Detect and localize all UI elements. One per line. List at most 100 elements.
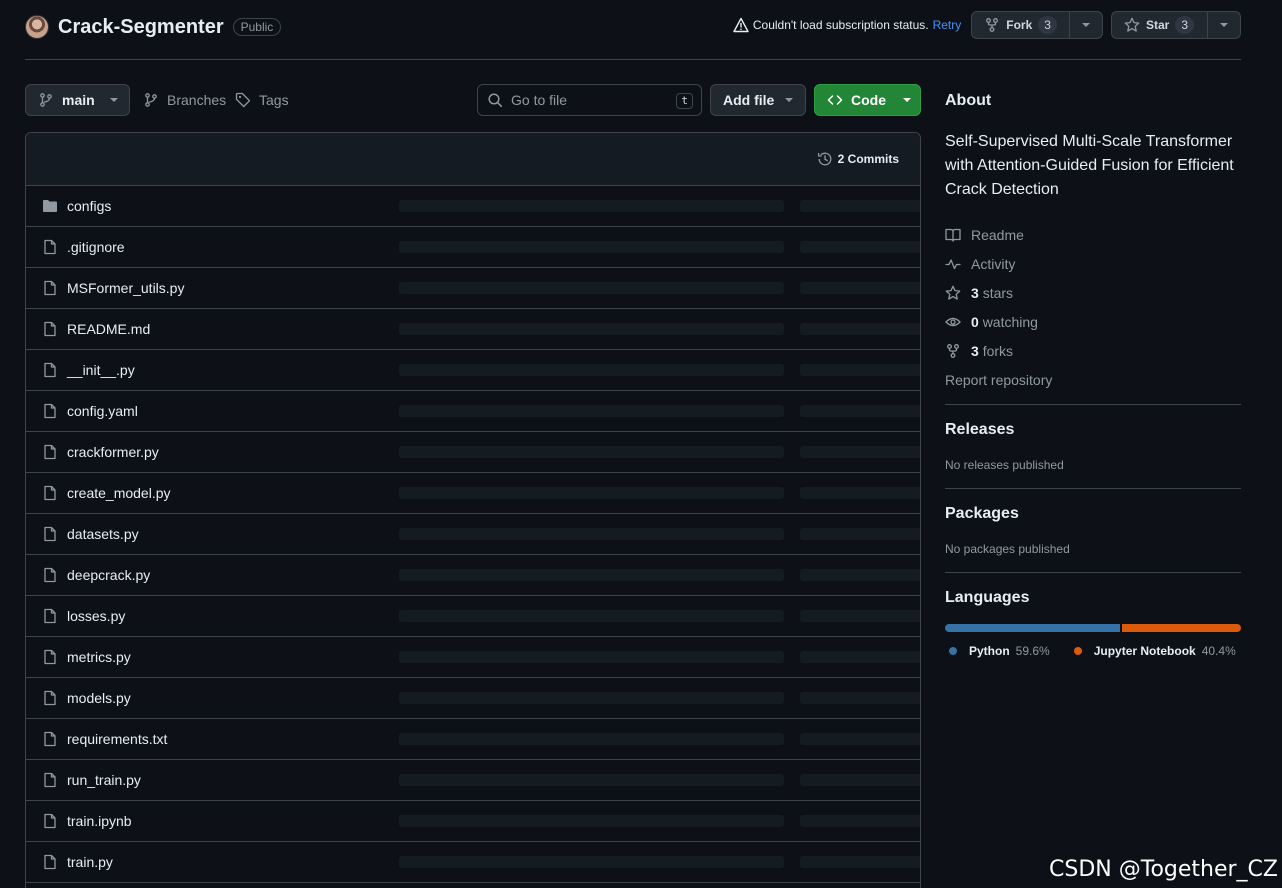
repo-description: Self-Supervised Multi-Scale Transformer … xyxy=(945,133,1234,198)
fork-button-group: Fork 3 xyxy=(971,11,1103,39)
branches-link[interactable]: Branches xyxy=(143,84,226,116)
readme-label: Readme xyxy=(971,226,1024,243)
file-name-link[interactable]: crackformer.py xyxy=(67,444,159,460)
file-icon xyxy=(42,362,58,378)
language-item[interactable]: Python 59.6% xyxy=(949,644,1050,658)
language-bar-segment xyxy=(1122,624,1241,632)
file-list-header: 2 Commits xyxy=(26,133,920,186)
branch-selector[interactable]: main xyxy=(25,84,130,116)
triangle-down-icon xyxy=(1219,22,1229,28)
commit-message-placeholder xyxy=(399,487,784,499)
packages-heading[interactable]: Packages xyxy=(945,505,1241,523)
file-name-link[interactable]: config.yaml xyxy=(67,403,138,419)
add-file-button[interactable]: Add file xyxy=(710,84,806,116)
language-bar xyxy=(945,624,1241,632)
report-repository-link[interactable]: Report repository xyxy=(945,365,1241,394)
languages-heading: Languages xyxy=(945,589,1030,606)
file-name-link[interactable]: metrics.py xyxy=(67,649,131,665)
book-icon xyxy=(945,227,961,243)
file-name-link[interactable]: configs xyxy=(67,198,111,214)
file-name-link[interactable]: __init__.py xyxy=(67,362,135,378)
file-name-link[interactable]: models.py xyxy=(67,690,131,706)
owner-avatar[interactable] xyxy=(25,15,49,39)
file-row: models.py xyxy=(26,678,920,719)
file-name-link[interactable]: train.py xyxy=(67,854,113,870)
go-to-file-input[interactable]: Go to file t xyxy=(477,84,702,116)
star-count: 3 xyxy=(1175,16,1194,34)
file-icon xyxy=(42,649,58,665)
file-row: configs xyxy=(26,186,920,227)
commit-message-placeholder xyxy=(399,815,784,827)
forks-count: 3 xyxy=(971,342,979,359)
watching-link[interactable]: 0 watching xyxy=(945,307,1241,336)
triangle-down-icon xyxy=(902,97,912,103)
commits-link[interactable]: 2 Commits xyxy=(817,151,899,167)
repo-name[interactable]: Crack-Segmenter xyxy=(58,16,224,39)
stars-link[interactable]: 3 stars xyxy=(945,278,1241,307)
file-icon xyxy=(42,239,58,255)
tags-link[interactable]: Tags xyxy=(235,84,289,116)
file-name-link[interactable]: MSFormer_utils.py xyxy=(67,280,184,296)
language-percent: 59.6% xyxy=(1015,644,1050,658)
star-dropdown-button[interactable] xyxy=(1208,12,1240,38)
language-percent: 40.4% xyxy=(1201,644,1236,658)
file-name-link[interactable]: datasets.py xyxy=(67,526,139,542)
fork-dropdown-button[interactable] xyxy=(1070,12,1102,38)
file-icon xyxy=(42,854,58,870)
file-name-link[interactable]: create_model.py xyxy=(67,485,171,501)
tags-label: Tags xyxy=(259,92,289,108)
file-icon xyxy=(42,280,58,296)
watching-count: 0 xyxy=(971,313,979,330)
file-name-link[interactable]: deepcrack.py xyxy=(67,567,150,583)
file-icon xyxy=(42,772,58,788)
watching-label: watching xyxy=(982,313,1038,330)
file-name-link[interactable]: README.md xyxy=(67,321,150,337)
fork-icon xyxy=(984,17,1000,33)
fork-icon xyxy=(945,343,961,359)
star-button[interactable]: Star 3 xyxy=(1112,12,1208,38)
repo-header: Crack-Segmenter Public xyxy=(25,12,282,42)
file-name-link[interactable]: train.ipynb xyxy=(67,813,132,829)
language-color-dot xyxy=(949,647,957,655)
language-item[interactable]: Jupyter Notebook 40.4% xyxy=(1073,644,1236,658)
commits-count: 2 Commits xyxy=(837,152,899,166)
packages-empty-text: No packages published xyxy=(945,542,1070,556)
commit-message-placeholder xyxy=(399,692,784,704)
file-row: requirements.txt xyxy=(26,719,920,760)
retry-link[interactable]: Retry xyxy=(933,18,962,32)
triangle-down-icon xyxy=(784,97,794,103)
file-name-link[interactable]: run_train.py xyxy=(67,772,141,788)
header-actions: Couldn't load subscription status. Retry… xyxy=(733,11,1241,39)
file-row: datasets.py xyxy=(26,514,920,555)
fork-button[interactable]: Fork 3 xyxy=(972,12,1070,38)
code-button[interactable]: Code xyxy=(814,84,921,116)
eye-icon xyxy=(945,314,961,330)
file-row: config.yaml xyxy=(26,391,920,432)
language-name: Jupyter Notebook xyxy=(1093,644,1196,658)
file-icon xyxy=(42,813,58,829)
file-name-link[interactable]: losses.py xyxy=(67,608,125,624)
commit-message-placeholder xyxy=(399,528,784,540)
repo-sidebar: About Self-Supervised Multi-Scale Transf… xyxy=(945,84,1241,658)
repo-meta-list: Readme Activity 3 stars 0 watching 3 for… xyxy=(945,220,1241,394)
file-name-link[interactable]: requirements.txt xyxy=(67,731,167,747)
commit-date-placeholder xyxy=(800,200,920,212)
sidebar-divider xyxy=(945,404,1241,405)
fork-count: 3 xyxy=(1038,16,1057,34)
commit-message-placeholder xyxy=(399,241,784,253)
go-to-file-placeholder: Go to file xyxy=(511,92,568,108)
file-row: MSFormer_utils.py xyxy=(26,268,920,309)
commit-message-placeholder xyxy=(399,446,784,458)
releases-heading[interactable]: Releases xyxy=(945,421,1241,439)
about-heading: About xyxy=(945,92,992,109)
commit-date-placeholder xyxy=(800,856,920,868)
language-legend: Python 59.6% Jupyter Notebook 40.4% xyxy=(945,644,1241,658)
readme-link[interactable]: Readme xyxy=(945,220,1241,249)
file-name-link[interactable]: .gitignore xyxy=(67,239,125,255)
activity-link[interactable]: Activity xyxy=(945,249,1241,278)
forks-label: forks xyxy=(982,342,1014,359)
branches-label: Branches xyxy=(167,92,227,108)
commit-message-placeholder xyxy=(399,569,784,581)
forks-link[interactable]: 3 forks xyxy=(945,336,1241,365)
commit-date-placeholder xyxy=(800,610,920,622)
